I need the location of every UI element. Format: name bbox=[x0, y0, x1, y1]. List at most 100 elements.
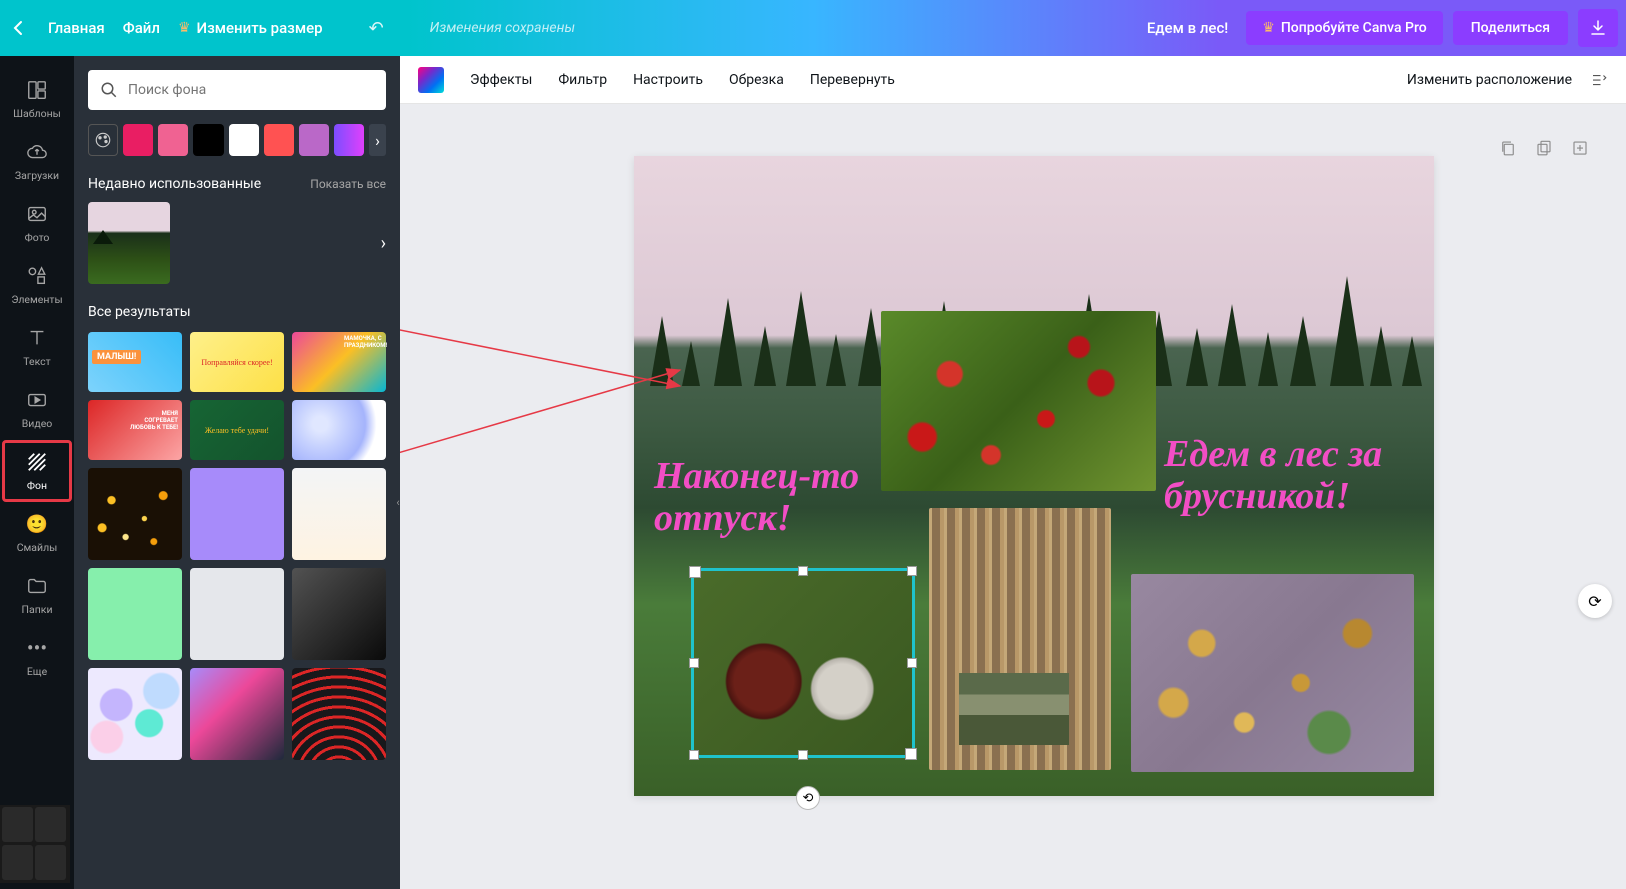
tray-item[interactable] bbox=[2, 807, 33, 842]
recent-background-thumb[interactable] bbox=[88, 202, 170, 284]
back-button[interactable] bbox=[8, 20, 30, 36]
template-thumb[interactable] bbox=[292, 332, 386, 392]
selection-handle[interactable] bbox=[907, 658, 917, 668]
sidebar-item-more[interactable]: ••• Еще bbox=[2, 626, 72, 688]
far-sidebar: Шаблоны Загрузки Фото Элементы Текст Вид… bbox=[0, 56, 74, 889]
canvas-text-1[interactable]: Наконец-то отпуск! bbox=[654, 456, 884, 540]
color-swatch[interactable] bbox=[264, 124, 294, 156]
panel-collapse-button[interactable]: ‹ bbox=[390, 473, 400, 533]
resize-menu[interactable]: ♛Изменить размер bbox=[178, 19, 323, 37]
download-button[interactable] bbox=[1578, 9, 1618, 47]
filter-button[interactable]: Фильтр bbox=[558, 72, 607, 88]
crown-icon: ♛ bbox=[1262, 20, 1275, 36]
background-thumb[interactable] bbox=[88, 668, 182, 760]
selection-handle[interactable] bbox=[689, 750, 699, 760]
template-thumb[interactable]: Желаю тебе удачи! bbox=[190, 400, 284, 460]
more-options-icon[interactable] bbox=[1590, 71, 1608, 89]
sidebar-label: Еще bbox=[27, 665, 47, 678]
color-swatch[interactable] bbox=[158, 124, 188, 156]
app-header: Главная Файл ♛Изменить размер ↶ Изменени… bbox=[0, 0, 1626, 56]
background-thumb[interactable] bbox=[88, 468, 182, 560]
rotate-handle[interactable]: ⟲ bbox=[796, 786, 820, 810]
chevron-right-icon[interactable]: › bbox=[381, 233, 386, 254]
search-input[interactable] bbox=[128, 82, 374, 98]
file-menu[interactable]: Файл bbox=[123, 19, 160, 37]
sidebar-item-folders[interactable]: Папки bbox=[2, 564, 72, 626]
canvas-text-2[interactable]: Едем в лес за брусникой! bbox=[1164, 434, 1424, 518]
canvas-area: Эффекты Фильтр Настроить Обрезка Перевер… bbox=[400, 56, 1626, 889]
color-swatch[interactable] bbox=[229, 124, 259, 156]
background-thumb[interactable] bbox=[88, 568, 182, 660]
add-page-icon[interactable] bbox=[1570, 138, 1590, 158]
sidebar-label: Фото bbox=[25, 231, 50, 244]
sidebar-item-uploads[interactable]: Загрузки bbox=[2, 130, 72, 192]
copy-page-icon[interactable] bbox=[1534, 138, 1554, 158]
document-title[interactable]: Едем в лес! bbox=[1147, 19, 1228, 37]
undo-button[interactable]: ↶ bbox=[369, 18, 384, 39]
color-swatch[interactable] bbox=[123, 124, 153, 156]
canvas-photo-leaves[interactable] bbox=[1131, 574, 1414, 772]
context-toolbar: Эффекты Фильтр Настроить Обрезка Перевер… bbox=[400, 56, 1626, 104]
background-thumb[interactable] bbox=[292, 468, 386, 560]
all-results-section: Все результаты Поправляйся скорее! Желаю… bbox=[88, 304, 386, 760]
background-thumb[interactable] bbox=[190, 568, 284, 660]
color-picker-button[interactable] bbox=[88, 124, 118, 156]
home-menu[interactable]: Главная bbox=[48, 19, 105, 37]
canvas-photo-berries[interactable] bbox=[881, 311, 1156, 491]
sidebar-item-background[interactable]: Фон bbox=[2, 440, 72, 502]
effects-button[interactable]: Эффекты bbox=[470, 72, 532, 88]
tray-item[interactable] bbox=[2, 845, 33, 880]
canvas-photo-forest-person[interactable] bbox=[929, 508, 1111, 770]
color-swatch[interactable] bbox=[299, 124, 329, 156]
crop-button[interactable]: Обрезка bbox=[729, 72, 784, 88]
sidebar-item-video[interactable]: Видео bbox=[2, 378, 72, 440]
tray-item[interactable] bbox=[35, 845, 66, 880]
search-box[interactable] bbox=[88, 70, 386, 110]
canvas-photo-bowls-selected[interactable] bbox=[691, 568, 915, 758]
video-icon bbox=[25, 388, 49, 412]
toolbar-right: Изменить расположение bbox=[1407, 71, 1608, 89]
arrange-button[interactable]: Изменить расположение bbox=[1407, 72, 1572, 88]
template-thumb[interactable] bbox=[292, 400, 386, 460]
background-thumb[interactable] bbox=[190, 468, 284, 560]
template-thumb[interactable]: Поправляйся скорее! bbox=[190, 332, 284, 392]
selection-handle[interactable] bbox=[689, 658, 699, 668]
show-all-link[interactable]: Показать все bbox=[310, 177, 386, 191]
adjust-button[interactable]: Настроить bbox=[633, 72, 703, 88]
selection-handle[interactable] bbox=[907, 566, 917, 576]
color-swatch[interactable] bbox=[193, 124, 223, 156]
more-icon: ••• bbox=[25, 636, 49, 660]
background-icon bbox=[25, 450, 49, 474]
uploads-icon bbox=[25, 140, 49, 164]
try-pro-button[interactable]: ♛Попробуйте Canva Pro bbox=[1246, 11, 1442, 45]
section-title: Недавно использованные bbox=[88, 176, 261, 192]
background-grid bbox=[88, 468, 386, 760]
background-thumb[interactable] bbox=[292, 668, 386, 760]
duplicate-page-icon[interactable] bbox=[1498, 138, 1518, 158]
sidebar-item-emoji[interactable]: 🙂Смайлы bbox=[2, 502, 72, 564]
color-swatch[interactable] bbox=[334, 124, 364, 156]
share-button[interactable]: Поделиться bbox=[1453, 11, 1568, 45]
emoji-icon: 🙂 bbox=[25, 512, 49, 536]
photos-icon bbox=[25, 202, 49, 226]
page-tools bbox=[1498, 138, 1590, 158]
flip-button[interactable]: Перевернуть bbox=[810, 72, 895, 88]
tray-item[interactable] bbox=[35, 807, 66, 842]
sidebar-item-templates[interactable]: Шаблоны bbox=[2, 68, 72, 130]
template-thumb[interactable] bbox=[88, 400, 182, 460]
bottom-tray bbox=[0, 805, 70, 883]
colors-next-button[interactable]: › bbox=[369, 124, 386, 156]
selection-handle[interactable] bbox=[798, 566, 808, 576]
template-thumb[interactable] bbox=[88, 332, 182, 392]
design-canvas[interactable]: Наконец-то отпуск! Едем в лес за брусник… bbox=[634, 156, 1434, 796]
refresh-button[interactable]: ⟳ bbox=[1578, 584, 1612, 618]
background-thumb[interactable] bbox=[292, 568, 386, 660]
color-swatch-button[interactable] bbox=[418, 67, 444, 93]
background-thumb[interactable] bbox=[190, 668, 284, 760]
sidebar-item-elements[interactable]: Элементы bbox=[2, 254, 72, 316]
sidebar-label: Папки bbox=[22, 603, 53, 616]
sidebar-item-text[interactable]: Текст bbox=[2, 316, 72, 378]
sidebar-item-photos[interactable]: Фото bbox=[2, 192, 72, 254]
recent-section: Недавно использованные Показать все › bbox=[88, 176, 386, 284]
selection-handle[interactable] bbox=[798, 750, 808, 760]
